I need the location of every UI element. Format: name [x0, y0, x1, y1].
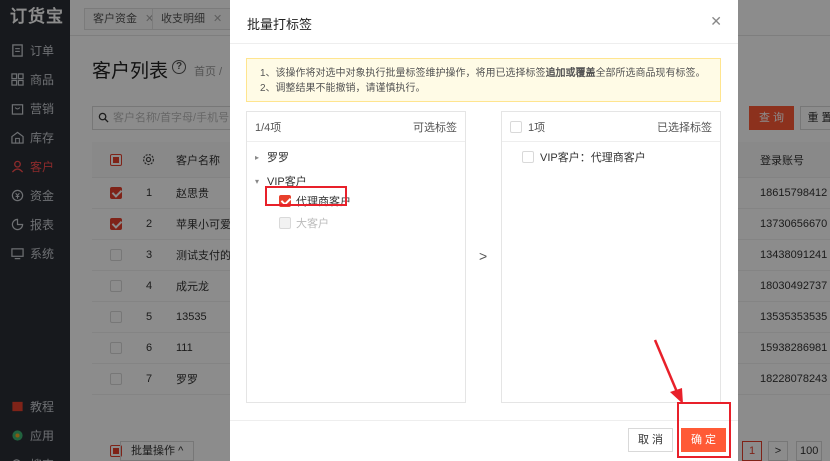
caret-right-icon[interactable]: ▸ [255, 153, 267, 162]
available-tags-panel: 1/4项 可选标签 ▸ 罗罗 ▾ VIP客户 代理商客户 大客户 [246, 111, 466, 403]
select-all-checkbox[interactable] [510, 120, 522, 133]
notice-emphasis: 追加或覆盖 [545, 68, 596, 79]
tag-checkbox[interactable] [522, 151, 534, 163]
notice-line-1: 1、该操作将对选中对象执行批量标签维护操作，将用已选择标签追加或覆盖全部所选商品… [260, 66, 707, 81]
item-count: 1/4项 [255, 121, 282, 134]
tree-node-label: 大客户 [296, 218, 329, 230]
close-icon[interactable]: ✕ [710, 13, 722, 30]
selected-tag-label: VIP客户：代理商客户 [540, 152, 646, 164]
panel-header: 1项 已选择标签 [502, 112, 720, 142]
cancel-button[interactable]: 取 消 [628, 428, 673, 452]
tree-node-disabled: 大客户 [279, 215, 329, 231]
transfer-right-button[interactable]: > [479, 248, 487, 264]
dialog-title: 批量打标签 [247, 17, 313, 32]
item-count: 1项 [528, 121, 546, 134]
header-left: 1项 [510, 119, 545, 135]
divider [230, 420, 738, 421]
tree-node[interactable]: ▸ 罗罗 [255, 149, 289, 165]
annotation-highlight-box [265, 186, 347, 206]
annotation-highlight-box [677, 402, 731, 458]
selected-tag-item[interactable]: VIP客户：代理商客户 [522, 149, 646, 165]
notice-text: 1、该操作将对选中对象执行批量标签维护操作，将用已选择标签 [260, 68, 546, 79]
panel-title: 可选标签 [413, 121, 457, 134]
notice-text: 全部所选商品现有标签。 [595, 68, 706, 79]
notice-line-2: 2、调整结果不能撤销，请谨慎执行。 [260, 83, 426, 94]
divider [230, 43, 738, 44]
notice-box: 1、该操作将对选中对象执行批量标签维护操作，将用已选择标签追加或覆盖全部所选商品… [246, 58, 721, 102]
panel-header: 1/4项 可选标签 [247, 112, 465, 142]
selected-tags-panel: 1项 已选择标签 VIP客户：代理商客户 [501, 111, 721, 403]
panel-title: 已选择标签 [657, 121, 712, 134]
batch-tag-dialog: 批量打标签 ✕ 1、该操作将对选中对象执行批量标签维护操作，将用已选择标签追加或… [230, 0, 738, 461]
tag-checkbox-disabled [279, 217, 291, 229]
tree-node-label: 罗罗 [267, 152, 289, 164]
caret-down-icon[interactable]: ▾ [255, 177, 267, 186]
